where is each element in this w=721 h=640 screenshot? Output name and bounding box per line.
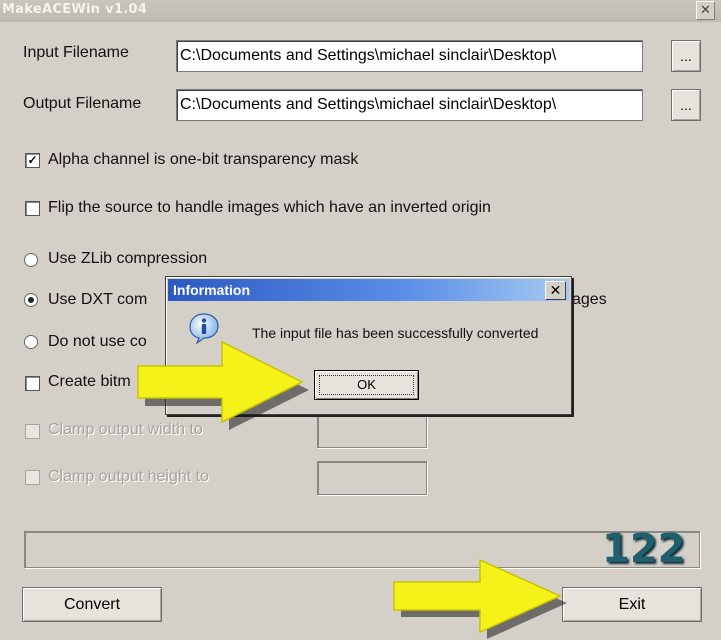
- dxt-radio[interactable]: [24, 293, 38, 307]
- convert-button[interactable]: Convert: [22, 587, 162, 622]
- input-filename-field[interactable]: C:\Documents and Settings\michael sincla…: [176, 40, 643, 72]
- output-filename-field[interactable]: C:\Documents and Settings\michael sincla…: [176, 89, 643, 121]
- no-compression-radio[interactable]: [24, 335, 38, 349]
- flip-source-checkbox[interactable]: [25, 201, 40, 216]
- dialog-title-bar: Information ✕: [168, 279, 569, 301]
- exit-button[interactable]: Exit: [562, 587, 702, 622]
- zlib-label: Use ZLib compression: [48, 250, 208, 267]
- close-icon[interactable]: ✕: [696, 1, 715, 20]
- clamp-height-field[interactable]: [317, 461, 427, 495]
- input-filename-label: Input Filename: [23, 44, 129, 61]
- zlib-radio[interactable]: [24, 253, 38, 267]
- output-filename-label: Output Filename: [23, 95, 142, 112]
- dxt-label: Use DXT com: [48, 291, 148, 308]
- dialog-close-icon[interactable]: ✕: [545, 281, 566, 300]
- yellow-arrow-right-icon: [393, 558, 567, 639]
- dialog-title: Information: [173, 282, 250, 298]
- alpha-mask-checkbox[interactable]: ✓: [25, 153, 40, 168]
- create-bitmap-label: Create bitm: [48, 373, 131, 390]
- input-browse-button[interactable]: ...: [671, 40, 701, 72]
- progress-bar: [24, 531, 700, 568]
- create-bitmap-checkbox[interactable]: [25, 376, 40, 391]
- clamp-width-field[interactable]: [317, 414, 427, 448]
- output-browse-button[interactable]: ...: [671, 89, 701, 121]
- step-badge: 122: [602, 526, 686, 572]
- ok-button[interactable]: OK: [314, 370, 419, 400]
- flip-source-label: Flip the source to handle images which h…: [48, 199, 491, 216]
- dxt-label-suffix: ages: [572, 291, 607, 308]
- clamp-height-label: Clamp output height to: [48, 468, 209, 485]
- clamp-height-checkbox[interactable]: [25, 470, 40, 485]
- clamp-width-checkbox[interactable]: [25, 424, 40, 439]
- window-title: MakeACEWin v1.04: [2, 2, 148, 17]
- alpha-mask-label: Alpha channel is one-bit transparency ma…: [48, 151, 359, 168]
- title-bar: MakeACEWin v1.04 ✕: [0, 0, 721, 22]
- yellow-arrow-right-icon: [137, 340, 309, 430]
